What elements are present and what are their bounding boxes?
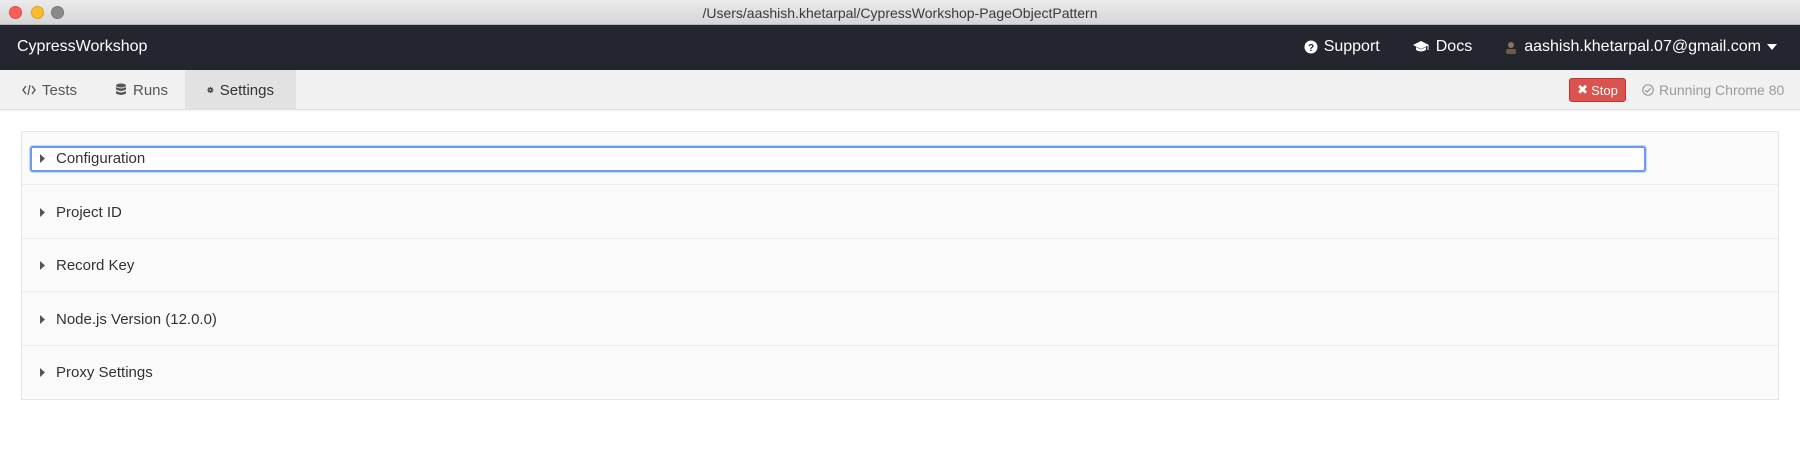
settings-section-proxy-settings[interactable]: Proxy Settings [22, 346, 1778, 399]
settings-section-record-key[interactable]: Record Key [22, 239, 1778, 292]
settings-panel: Configuration Project ID Record Key Node… [21, 131, 1779, 400]
caret-right-icon [40, 153, 45, 163]
tab-settings-label: Settings [219, 81, 274, 99]
tab-tests-label: Tests [42, 81, 78, 99]
docs-label: Docs [1435, 38, 1473, 55]
section-label: Proxy Settings [56, 364, 153, 381]
section-label: Configuration [56, 149, 146, 167]
support-label: Support [1323, 38, 1380, 55]
settings-section-nodejs-version[interactable]: Node.js Version (12.0.0) [22, 293, 1778, 346]
tab-settings[interactable]: Settings [185, 70, 296, 110]
gear-icon [207, 86, 214, 94]
running-label: Running Chrome 80 [1659, 82, 1785, 98]
settings-section-configuration[interactable]: Configuration [22, 132, 1778, 185]
svg-text:?: ? [1308, 43, 1314, 54]
nav-bar: Tests Runs Settings ✖ Stop Running Chrom… [0, 70, 1800, 110]
section-label: Node.js Version (12.0.0) [56, 310, 217, 328]
brand-name[interactable]: CypressWorkshop [17, 38, 147, 56]
check-circle-icon [1642, 84, 1654, 96]
section-label: Project ID [56, 203, 122, 221]
question-circle-icon: ? [1304, 40, 1318, 54]
caret-right-icon [40, 207, 45, 217]
support-link[interactable]: ? Support [1304, 38, 1380, 56]
settings-section-project-id[interactable]: Project ID [22, 186, 1778, 239]
window-titlebar: /Users/aashish.khetarpal/CypressWorkshop… [0, 0, 1800, 25]
tab-tests[interactable]: Tests [0, 70, 99, 110]
caret-right-icon [40, 368, 45, 377]
caret-right-icon [40, 260, 45, 270]
caret-right-icon [40, 314, 45, 324]
header-links: ? Support Docs aashish.khetarpal.07@gmai… [1272, 38, 1783, 56]
tab-runs-label: Runs [133, 81, 169, 99]
close-icon: ✖ [1577, 82, 1589, 97]
avatar-icon [1506, 42, 1517, 54]
database-icon [116, 83, 126, 95]
stop-label: Stop [1591, 82, 1618, 98]
app-header: CypressWorkshop ? Support Docs aashish.k… [0, 25, 1800, 70]
user-email: aashish.khetarpal.07@gmail.com [1524, 38, 1761, 55]
graduation-cap-icon [1412, 41, 1429, 52]
user-menu[interactable]: aashish.khetarpal.07@gmail.com [1504, 38, 1783, 56]
caret-down-icon [1767, 44, 1777, 50]
docs-link[interactable]: Docs [1412, 38, 1472, 56]
stop-button[interactable]: ✖ Stop [1569, 78, 1626, 102]
focus-ring [30, 146, 1646, 172]
section-label: Record Key [56, 256, 135, 274]
code-icon [22, 84, 36, 96]
browser-status: Running Chrome 80 [1642, 82, 1784, 98]
tab-runs[interactable]: Runs [93, 70, 190, 110]
window-title: /Users/aashish.khetarpal/CypressWorkshop… [702, 5, 1098, 21]
